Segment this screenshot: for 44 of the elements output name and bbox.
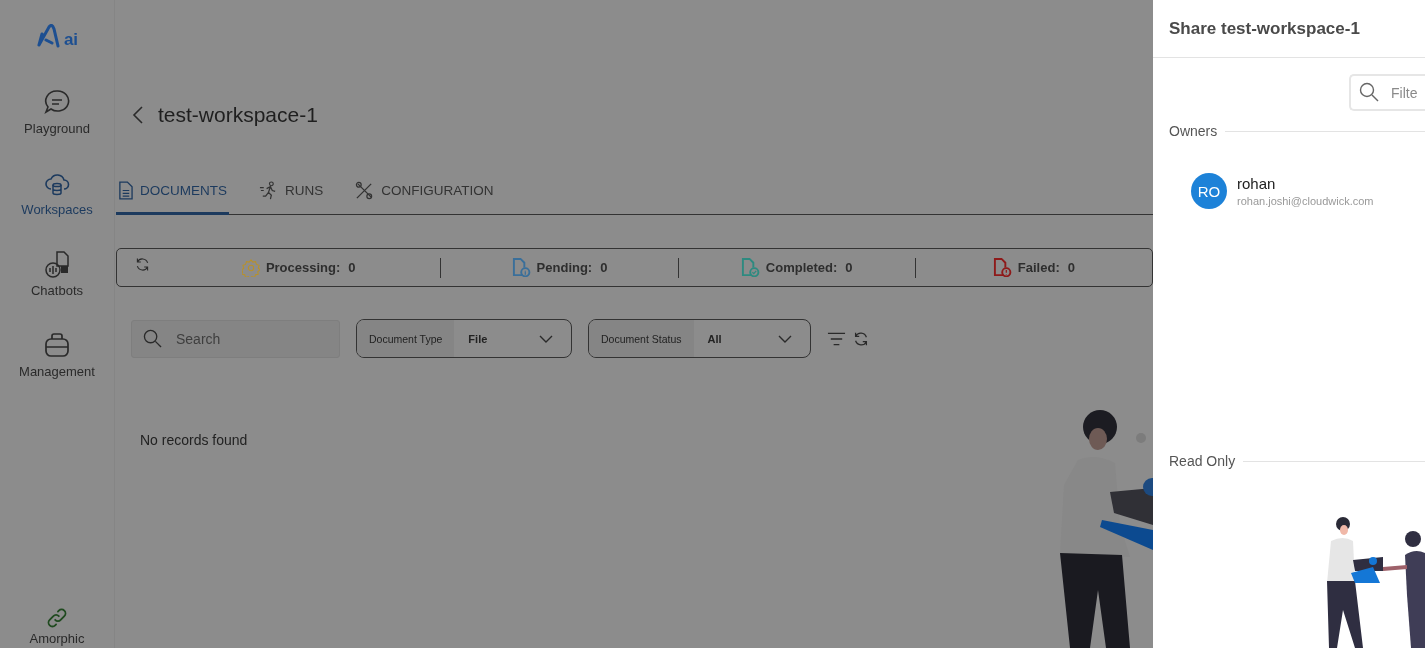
filter-icon[interactable] (827, 331, 846, 346)
page-title: test-workspace-1 (158, 103, 318, 127)
sidebar-item[interactable]: Management (19, 331, 95, 379)
tab[interactable]: RUNS (257, 181, 326, 215)
refresh-icon[interactable] (852, 329, 870, 348)
sidebar-item[interactable]: Playground (24, 88, 90, 136)
chat-icon (43, 88, 71, 116)
status-label: Completed: (765, 260, 838, 275)
dropdown[interactable]: Document Type File (356, 319, 572, 358)
tools-icon (355, 181, 375, 200)
search-icon (143, 328, 162, 348)
status-label: Pending: (536, 260, 593, 275)
status-count: 0 (348, 260, 356, 275)
chevron-down-icon (778, 334, 792, 343)
filter-field[interactable]: Filte (1349, 74, 1425, 111)
chevron-down-icon (539, 334, 553, 343)
empty-message: No records found (140, 432, 248, 448)
section-label: Read Only (1169, 453, 1236, 469)
user-name: rohan (1237, 175, 1277, 192)
search-icon (1359, 82, 1379, 102)
sidebar-item[interactable]: Workspaces (21, 169, 93, 217)
sidebar-item[interactable]: Amorphic (29, 607, 85, 646)
refresh-icon[interactable] (134, 256, 151, 273)
status-label: Failed: (1017, 260, 1060, 275)
search-field[interactable]: Search (131, 319, 340, 358)
status-label: Processing: (265, 260, 341, 275)
dropdown[interactable]: Document Status All (588, 319, 811, 358)
running-person-icon (259, 181, 278, 200)
logo-text: ai (63, 31, 79, 48)
chatbot-icon (43, 250, 71, 278)
link-icon (46, 607, 68, 629)
back-icon[interactable] (132, 105, 144, 125)
sidebar-item[interactable]: Chatbots (30, 250, 83, 298)
section-label: Owners (1169, 123, 1218, 139)
tab[interactable]: DOCUMENTS (116, 181, 229, 215)
panel-title: Share test-workspace-1 (1169, 18, 1360, 39)
tab[interactable]: CONFIGURATION (353, 181, 496, 215)
briefcase-icon (43, 331, 71, 359)
document-icon (118, 181, 133, 200)
avatar: RO (1191, 173, 1227, 209)
user-email: rohan.joshi@cloudwick.com (1237, 195, 1374, 207)
status-count: 0 (600, 260, 608, 275)
status-count: 0 (845, 260, 853, 275)
status-count: 0 (1067, 260, 1075, 275)
